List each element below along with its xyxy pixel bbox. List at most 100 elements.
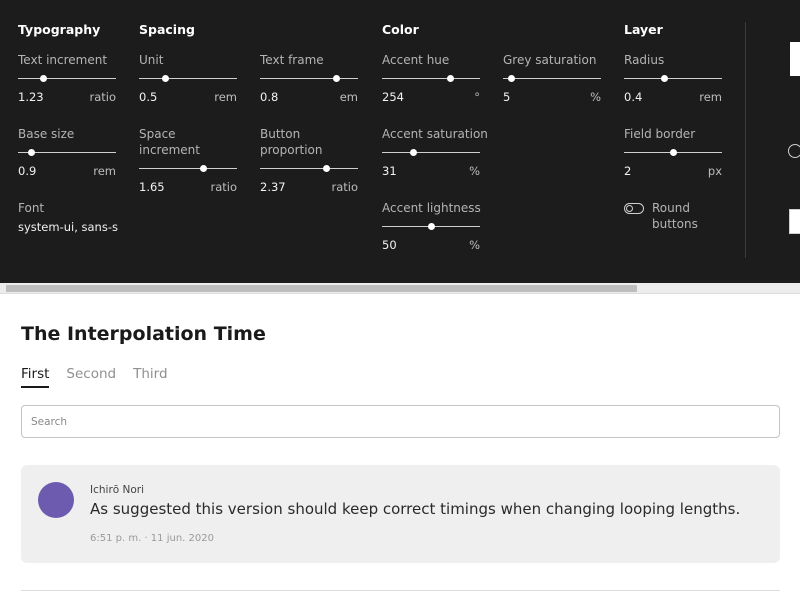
button-proportion-slider[interactable] (260, 162, 358, 174)
control-round-buttons: Round buttons (624, 200, 722, 232)
control-unit: em (339, 90, 358, 104)
base-size-slider[interactable] (18, 146, 116, 158)
round-buttons-toggle[interactable] (624, 203, 644, 214)
horizontal-scrollbar[interactable] (0, 283, 800, 294)
text-frame-slider[interactable] (260, 72, 358, 84)
control-unit: % (469, 164, 480, 178)
slider-knob[interactable] (670, 149, 677, 156)
search-input[interactable] (21, 405, 780, 438)
accent-lightness-slider[interactable] (382, 220, 480, 232)
control-unit: px (707, 164, 722, 178)
control-value: 0.5 (139, 90, 158, 104)
comment-card: Ichirō Nori As suggested this version sh… (21, 465, 780, 563)
control-value: 50 (382, 238, 397, 252)
slider-knob[interactable] (428, 223, 435, 230)
control-unit: rem (93, 164, 116, 178)
slider-knob[interactable] (446, 75, 454, 82)
control-label: Accent saturation (382, 127, 488, 141)
control-unit: % (469, 238, 480, 252)
slider-knob[interactable] (162, 75, 170, 82)
control-grey-saturation: Grey saturation 5% (503, 52, 601, 104)
page-title: The Interpolation Time (21, 323, 266, 345)
control-button-proportion: Button proportion 2.37 ratio (260, 126, 358, 194)
control-value: 0.9 (18, 164, 37, 178)
comment-author: Ichirō Nori (90, 484, 145, 496)
control-value: 1.65 (139, 180, 165, 194)
control-value: 5 (503, 90, 511, 104)
comment-timestamp: 6:51 p. m. · 11 jun. 2020 (90, 533, 214, 544)
radius-slider[interactable] (624, 72, 722, 84)
group-title-layer: Layer (624, 22, 663, 37)
control-base-size: Base size 0.9 rem (18, 126, 116, 178)
slider-knob[interactable] (661, 75, 669, 82)
control-unit: ratio (210, 180, 237, 194)
control-label: Unit (139, 53, 164, 67)
control-unit: Unit 0.5 rem (139, 52, 237, 104)
scrollbar-thumb[interactable] (6, 285, 637, 292)
slider-knob[interactable] (507, 75, 515, 82)
control-value: 0.8 (260, 90, 279, 104)
control-label: Round buttons (652, 201, 698, 231)
control-label: Grey saturation (503, 53, 597, 67)
control-unit: rem (214, 90, 237, 104)
control-value: 2.37 (260, 180, 286, 194)
control-font: Font system-ui, sans-s (18, 200, 128, 234)
accent-saturation-slider[interactable] (382, 146, 480, 158)
control-label: Field border (624, 127, 696, 141)
control-value: 1.23 (18, 90, 44, 104)
grey-saturation-slider[interactable] (503, 72, 601, 84)
group-title-color: Color (382, 22, 419, 37)
control-space-increment: Space increment 1.65 ratio (139, 126, 237, 194)
control-label: Text increment (18, 53, 108, 67)
slider-knob[interactable] (322, 165, 330, 172)
control-accent-saturation: Accent saturation 31% (382, 126, 488, 178)
clipped-preview-field (789, 209, 800, 234)
control-accent-hue: Accent hue 254 ° (382, 52, 480, 104)
control-label: Button proportion (260, 127, 323, 157)
control-value: 0.4 (624, 90, 643, 104)
clipped-radio-button[interactable] (788, 144, 800, 158)
control-label: Accent lightness (382, 201, 481, 215)
control-unit: rem (699, 90, 722, 104)
tab-first[interactable]: First (21, 366, 50, 388)
control-label: Accent hue (382, 53, 450, 67)
slider-knob[interactable] (40, 75, 48, 82)
control-unit: ° (474, 90, 480, 104)
control-unit: % (590, 90, 601, 104)
control-value: 31 (382, 164, 397, 178)
field-border-slider[interactable] (624, 146, 722, 158)
slider-knob[interactable] (199, 165, 207, 172)
tab-second[interactable]: Second (66, 366, 116, 388)
control-field-border: Field border 2 px (624, 126, 722, 178)
group-title-typography: Typography (18, 22, 101, 37)
unit-slider[interactable] (139, 72, 237, 84)
slider-knob[interactable] (333, 75, 341, 82)
font-value[interactable]: system-ui, sans-s (18, 220, 128, 234)
control-label: Base size (18, 127, 75, 141)
slider-knob[interactable] (410, 149, 418, 156)
text-increment-slider[interactable] (18, 72, 116, 84)
group-title-spacing: Spacing (139, 22, 195, 37)
divider (21, 590, 780, 591)
clipped-preview-box (790, 42, 800, 76)
control-value: 254 (382, 90, 404, 104)
accent-hue-slider[interactable] (382, 72, 480, 84)
tab-bar: First Second Third (21, 366, 168, 388)
panel-divider (745, 22, 746, 258)
control-accent-lightness: Accent lightness 50% (382, 200, 481, 252)
settings-panel: Typography Spacing Color Layer Text incr… (0, 0, 800, 283)
tab-third[interactable]: Third (133, 366, 167, 388)
space-increment-slider[interactable] (139, 162, 237, 174)
control-radius: Radius 0.4 rem (624, 52, 722, 104)
comment-text: As suggested this version should keep co… (90, 500, 741, 518)
control-unit: ratio (89, 90, 116, 104)
control-label: Font (18, 201, 45, 215)
control-unit: ratio (331, 180, 358, 194)
control-label: Space increment (139, 127, 200, 157)
avatar (38, 482, 74, 518)
slider-knob[interactable] (27, 149, 35, 156)
control-label: Radius (624, 53, 665, 67)
control-label: Text frame (260, 53, 324, 67)
control-text-increment: Text increment 1.23 ratio (18, 52, 116, 104)
control-value: 2 (624, 164, 632, 178)
